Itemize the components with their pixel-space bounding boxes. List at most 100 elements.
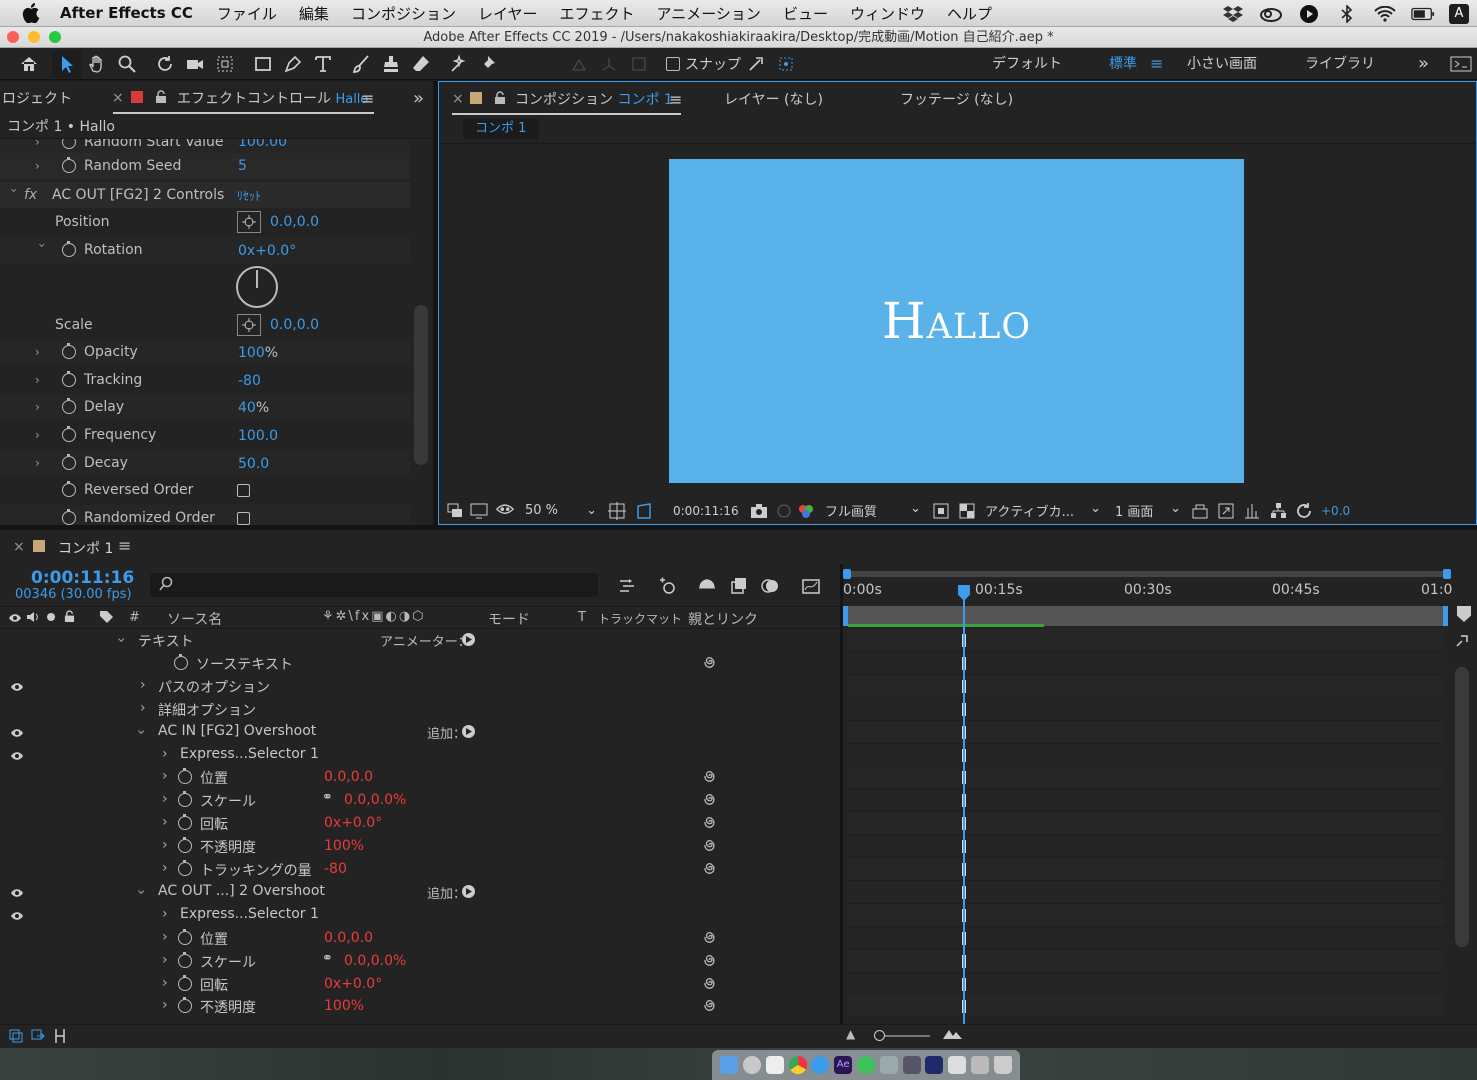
timeline-property-row[interactable]: › 不透明度 100% [0, 835, 838, 858]
search-help-icon[interactable] [1450, 48, 1472, 80]
comp-canvas[interactable]: Hallo [669, 159, 1244, 483]
timeline-track[interactable] [848, 812, 1444, 836]
chevron-down-icon[interactable]: › [133, 729, 149, 735]
expression-pickwhip-icon[interactable] [702, 838, 716, 856]
canvas-text-layer[interactable]: Hallo [882, 292, 1031, 350]
tab-timeline-comp[interactable]: コンポ 1 [58, 538, 113, 558]
in-out-toggle-icon[interactable] [53, 1028, 67, 1048]
tab-layer[interactable]: レイヤー (なし) [724, 89, 823, 109]
stopwatch-icon[interactable] [62, 343, 76, 359]
stopwatch-icon[interactable] [178, 791, 192, 808]
color-channels-icon[interactable] [795, 497, 817, 525]
visibility-eye-icon[interactable] [10, 726, 24, 742]
input-source-indicator[interactable]: A [1449, 3, 1469, 24]
navigator-end-handle[interactable] [1443, 569, 1451, 579]
creative-cloud-icon[interactable] [1259, 4, 1283, 24]
chevron-down-icon[interactable]: › [7, 188, 21, 198]
stopwatch-icon[interactable] [62, 481, 76, 497]
crosshair-icon[interactable] [237, 211, 261, 233]
constrain-proportions-icon[interactable]: ⚭ [322, 790, 333, 805]
menu-edit[interactable]: 編集 [299, 3, 329, 24]
timeline-track[interactable] [848, 949, 1444, 973]
timeline-property-row[interactable]: ソーステキスト [0, 652, 838, 675]
stopwatch-icon[interactable] [62, 139, 76, 149]
toggle-pixel-aspect-icon[interactable] [1187, 497, 1213, 525]
chevron-right-icon[interactable]: › [162, 906, 168, 922]
timeline-track[interactable] [848, 629, 1444, 652]
puppet-pin-tool-icon[interactable] [474, 50, 504, 78]
timeline-track[interactable] [848, 995, 1444, 1019]
stopwatch-icon[interactable] [62, 241, 76, 257]
tab-effect-controls[interactable]: エフェクトコントロール Hallo [177, 88, 368, 108]
expression-pickwhip-icon[interactable] [702, 769, 716, 787]
stopwatch-icon[interactable] [62, 398, 76, 414]
terminal-icon[interactable] [925, 1056, 944, 1074]
chevron-right-icon[interactable]: › [35, 374, 45, 386]
snap-checkbox[interactable] [666, 56, 680, 71]
rotate-tool-icon[interactable] [150, 50, 180, 78]
lock-icon[interactable] [155, 90, 167, 108]
timeline-property-row[interactable]: › Express...Selector 1 [0, 744, 838, 767]
documents-folder-icon[interactable] [948, 1056, 967, 1074]
exposure-value[interactable]: +0.0 [1321, 504, 1350, 518]
timeline-zoom-slider[interactable] [874, 1030, 930, 1041]
frame-blending-icon[interactable] [724, 572, 754, 600]
apple-icon[interactable] [22, 1, 46, 25]
effect-group-row[interactable]: › fx AC OUT [FG2] 2 Controls ﾘｾｯﾄ [0, 182, 410, 208]
brush-tool-icon[interactable] [346, 50, 376, 78]
timeline-property-row[interactable]: › 位置 0.0,0.0 [0, 927, 838, 950]
chevron-right-icon[interactable]: › [162, 791, 168, 807]
chevron-right-icon[interactable]: › [162, 860, 168, 876]
expression-pickwhip-icon[interactable] [702, 861, 716, 879]
timeline-track[interactable] [848, 766, 1444, 790]
chevron-right-icon[interactable]: › [140, 677, 146, 693]
stopwatch-icon[interactable] [62, 454, 76, 470]
view-layout-select[interactable]: 1 画面 ⌄ [1115, 501, 1181, 520]
timeline-property-row[interactable]: › Express...Selector 1 [0, 904, 838, 927]
show-snapshot-icon[interactable] [773, 497, 795, 525]
bluetooth-icon[interactable] [1335, 4, 1359, 24]
preview-icon[interactable] [879, 1056, 898, 1074]
stopwatch-icon[interactable] [174, 653, 188, 670]
battery-icon[interactable] [1411, 4, 1435, 24]
chevron-right-icon[interactable]: › [35, 457, 45, 469]
param-value[interactable]: 40% [238, 400, 269, 416]
timeline-property-row[interactable]: › 回転 0x+0.0° [0, 973, 838, 996]
current-time-display[interactable]: 0:00:11:16 [673, 504, 739, 518]
camera-view-select[interactable]: アクティブカ... ⌄ [985, 501, 1101, 520]
automator-icon[interactable] [902, 1056, 921, 1074]
type-tool-icon[interactable] [308, 50, 338, 78]
stopwatch-icon[interactable] [178, 837, 192, 854]
mask-path-icon[interactable] [631, 497, 659, 525]
comp-marker-bin-icon[interactable] [1457, 606, 1471, 622]
snap-options-icon[interactable] [741, 50, 771, 78]
zoom-window-button[interactable] [49, 31, 61, 43]
tab-footage[interactable]: フッテージ (なし) [900, 89, 1013, 109]
column-source-name[interactable]: ソース名 [167, 609, 222, 629]
timeline-property-row[interactable]: › 不透明度 100% [0, 995, 838, 1018]
wifi-icon[interactable] [1373, 4, 1397, 24]
timeline-track[interactable] [848, 835, 1444, 859]
time-ruler[interactable]: 0:00s 00:15s 00:30s 00:45s 01:0 [843, 580, 1452, 606]
work-area-end[interactable] [1443, 606, 1448, 626]
property-menu-label[interactable]: アニメーター： [380, 631, 471, 650]
pan-behind-tool-icon[interactable] [210, 50, 240, 78]
property-value[interactable]: 0x+0.0° [324, 815, 382, 831]
play-triangle-icon[interactable] [462, 633, 475, 646]
finder-icon[interactable] [720, 1056, 739, 1074]
timeline-property-row[interactable]: › テキスト アニメーター： [0, 629, 838, 652]
close-tab-icon[interactable]: × [452, 91, 464, 107]
fx-icon[interactable]: fx [24, 187, 37, 203]
audio-column-icon[interactable] [26, 611, 40, 627]
expression-pickwhip-icon[interactable] [702, 953, 716, 971]
minimize-window-button[interactable] [28, 31, 40, 43]
selection-tool-icon[interactable] [52, 49, 82, 78]
workspace-libraries[interactable]: ライブラリ [1305, 48, 1375, 80]
stopwatch-icon[interactable] [178, 814, 192, 831]
axis-world-icon[interactable] [594, 50, 624, 78]
launchpad-icon[interactable] [743, 1056, 762, 1074]
resolution-select[interactable]: フル画質 ⌄ [825, 501, 921, 520]
mask-visibility-icon[interactable] [491, 497, 519, 525]
expression-pickwhip-icon[interactable] [702, 655, 716, 673]
stopwatch-icon[interactable] [178, 768, 192, 785]
